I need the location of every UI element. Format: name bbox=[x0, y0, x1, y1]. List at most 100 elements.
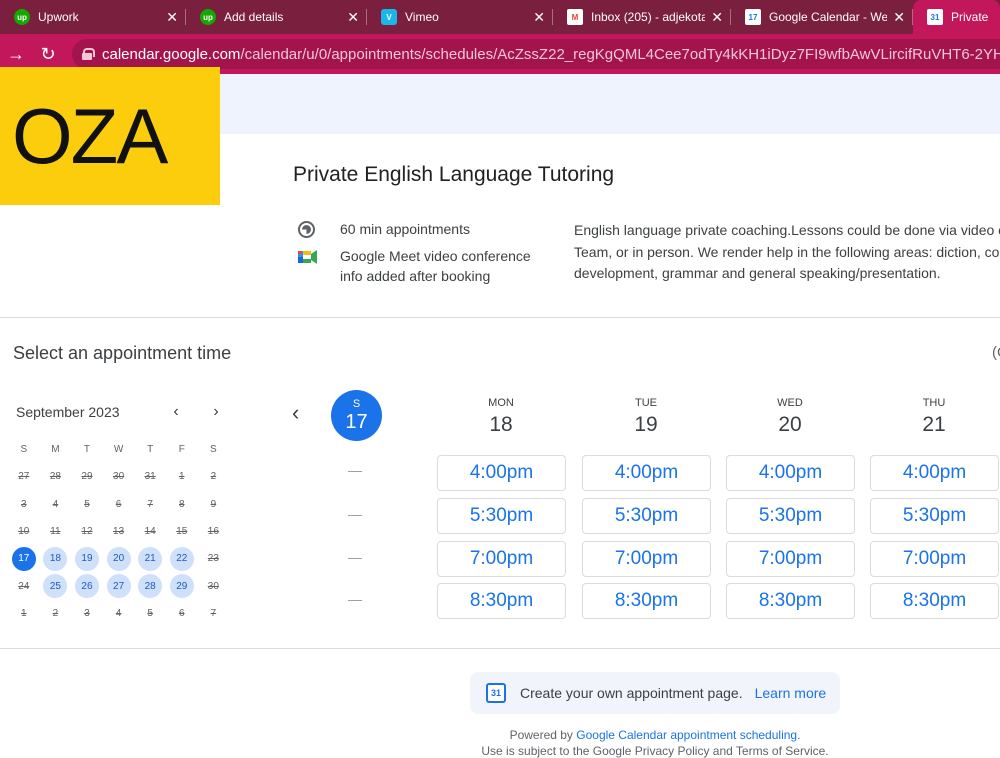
time-slot-button[interactable]: 5:30pm bbox=[870, 498, 999, 534]
promo-text: Create your own appointment page. bbox=[520, 685, 743, 701]
prev-week-chevron-icon[interactable]: ‹ bbox=[292, 400, 299, 426]
calendar-day-number: 25 bbox=[43, 574, 68, 599]
appointment-scheduling-link[interactable]: Google Calendar appointment scheduling bbox=[576, 728, 797, 742]
time-slot-button[interactable]: 5:30pm bbox=[582, 498, 711, 534]
divider-top bbox=[0, 317, 1000, 318]
calendar-day[interactable]: 18 bbox=[40, 546, 72, 571]
time-slot-button[interactable]: 7:00pm bbox=[437, 541, 566, 577]
calendar-day: 4 bbox=[103, 601, 135, 625]
browser-tab[interactable]: 31 Private Eng bbox=[913, 0, 1000, 34]
weekday-header-row: SMTWTFS bbox=[8, 436, 229, 463]
calendar-day: 5 bbox=[134, 601, 166, 625]
calendar-day-number: 16 bbox=[207, 526, 219, 538]
calendar-day-number: 18 bbox=[43, 546, 68, 571]
calendar-day-number: 21 bbox=[138, 546, 163, 571]
calendar-day-number: 13 bbox=[113, 526, 125, 538]
calendar-day[interactable]: 29 bbox=[166, 574, 198, 599]
close-tab-icon[interactable]: ✕ bbox=[347, 9, 359, 26]
calendar-day: 1 bbox=[166, 465, 198, 489]
reload-icon[interactable]: ↻ bbox=[32, 44, 64, 65]
day-number: 21 bbox=[922, 413, 946, 436]
time-slot-button[interactable]: 5:30pm bbox=[437, 498, 566, 534]
browser-tab[interactable]: M Inbox (205) - adjekotazita ✕ bbox=[553, 0, 731, 34]
selected-day-badge[interactable]: S 17 bbox=[331, 390, 382, 441]
meet-info-row: Google Meet video conference info added … bbox=[298, 246, 531, 286]
calendar-week-row: 3 4 5 6 7 8 9 bbox=[8, 491, 229, 518]
calendar-day: 13 bbox=[103, 520, 135, 544]
browser-tab[interactable]: 17 Google Calendar - Week ✕ bbox=[731, 0, 913, 34]
no-slot-dash bbox=[348, 471, 362, 472]
calendar-day: 7 bbox=[198, 601, 230, 625]
time-slot-button[interactable]: 4:00pm bbox=[437, 455, 566, 491]
calendar-day[interactable]: 19 bbox=[71, 546, 103, 571]
calendar-day-number: 28 bbox=[49, 471, 61, 483]
calendar-day-number: 10 bbox=[18, 526, 30, 538]
calendar-week-row: 17 18 19 20 21 22 23 bbox=[8, 545, 229, 572]
timezone-selector[interactable]: (G bbox=[992, 344, 1000, 361]
calendar-day-number: 24 bbox=[18, 580, 30, 592]
logo-text: OZA bbox=[12, 91, 168, 180]
time-slot-button[interactable]: 7:00pm bbox=[726, 541, 855, 577]
close-tab-icon[interactable]: ✕ bbox=[893, 9, 905, 26]
calendar-day-number: 22 bbox=[169, 546, 194, 571]
close-tab-icon[interactable]: ✕ bbox=[533, 9, 545, 26]
url-field[interactable]: calendar.google.com/calendar/u/0/appoint… bbox=[72, 39, 1000, 69]
learn-more-link[interactable]: Learn more bbox=[755, 685, 827, 701]
calendar-day[interactable]: 21 bbox=[134, 546, 166, 571]
no-slot-dash bbox=[348, 558, 362, 559]
calendar-day: 30 bbox=[198, 574, 230, 598]
calendar-day: 3 bbox=[71, 601, 103, 625]
calendar-day-number: 20 bbox=[106, 546, 131, 571]
calendar-day-number: 3 bbox=[21, 498, 27, 510]
day-number: 19 bbox=[634, 413, 658, 436]
no-slot-dash bbox=[348, 600, 362, 601]
terms-line: Use is subject to the Google Privacy Pol… bbox=[481, 744, 829, 758]
browser-tab[interactable]: up Add details ✕ bbox=[186, 0, 367, 34]
calendar-day: 3 bbox=[8, 492, 40, 516]
next-month-chevron-icon[interactable]: › bbox=[206, 403, 226, 421]
calendar-day: 12 bbox=[71, 520, 103, 544]
calendar-day-number: 2 bbox=[210, 471, 217, 483]
calendar-day: 29 bbox=[71, 465, 103, 489]
calendar-day[interactable]: 26 bbox=[71, 574, 103, 599]
day-name: MON bbox=[488, 397, 514, 409]
time-slot-button[interactable]: 8:30pm bbox=[870, 583, 999, 619]
calendar-day[interactable]: 27 bbox=[103, 574, 135, 599]
calendar-day-number: 8 bbox=[178, 498, 185, 510]
lock-icon[interactable] bbox=[82, 48, 95, 60]
time-slot-button[interactable]: 4:00pm bbox=[582, 455, 711, 491]
calendar-day[interactable]: 17 bbox=[8, 546, 40, 571]
time-slot-button[interactable]: 5:30pm bbox=[726, 498, 855, 534]
tab-bar: up Upwork ✕ up Add details ✕ V Vimeo ✕ M Inbox (20… bbox=[0, 0, 1000, 34]
prev-month-chevron-icon[interactable]: ‹ bbox=[166, 403, 186, 421]
url-text: calendar.google.com/calendar/u/0/appoint… bbox=[102, 45, 1000, 63]
calendar-day-number: 5 bbox=[147, 607, 153, 619]
time-slot-button[interactable]: 8:30pm bbox=[582, 583, 711, 619]
calendar-day-number: 29 bbox=[169, 574, 194, 599]
appointment-description: English language private coaching.Lesson… bbox=[574, 222, 1000, 281]
calendar-day-number: 23 bbox=[207, 553, 219, 565]
time-slot-button[interactable]: 4:00pm bbox=[870, 455, 999, 491]
weekday-header: W bbox=[113, 444, 124, 456]
time-slot-button[interactable]: 4:00pm bbox=[726, 455, 855, 491]
calendar-day[interactable]: 28 bbox=[134, 574, 166, 599]
time-slot-button[interactable]: 7:00pm bbox=[870, 541, 999, 577]
tab-label: Private Eng bbox=[951, 10, 992, 24]
close-tab-icon[interactable]: ✕ bbox=[711, 9, 723, 26]
calendar-day-number: 6 bbox=[178, 607, 185, 619]
selected-day-name: S bbox=[352, 398, 361, 410]
browser-tab[interactable]: V Vimeo ✕ bbox=[367, 0, 553, 34]
day-number: 20 bbox=[778, 413, 802, 436]
time-slot-button[interactable]: 7:00pm bbox=[582, 541, 711, 577]
no-slot-dash bbox=[348, 515, 362, 516]
forward-arrow-icon[interactable]: → bbox=[0, 44, 32, 65]
time-slot-button[interactable]: 8:30pm bbox=[726, 583, 855, 619]
calendar-day[interactable]: 22 bbox=[166, 546, 198, 571]
time-slot-button[interactable]: 8:30pm bbox=[437, 583, 566, 619]
close-tab-icon[interactable]: ✕ bbox=[166, 9, 178, 26]
gmail-icon: M bbox=[567, 9, 583, 25]
calendar-day[interactable]: 20 bbox=[103, 546, 135, 571]
calendar-day-number: 30 bbox=[207, 580, 219, 592]
calendar-day[interactable]: 25 bbox=[40, 574, 72, 599]
browser-tab[interactable]: up Upwork ✕ bbox=[0, 0, 186, 34]
